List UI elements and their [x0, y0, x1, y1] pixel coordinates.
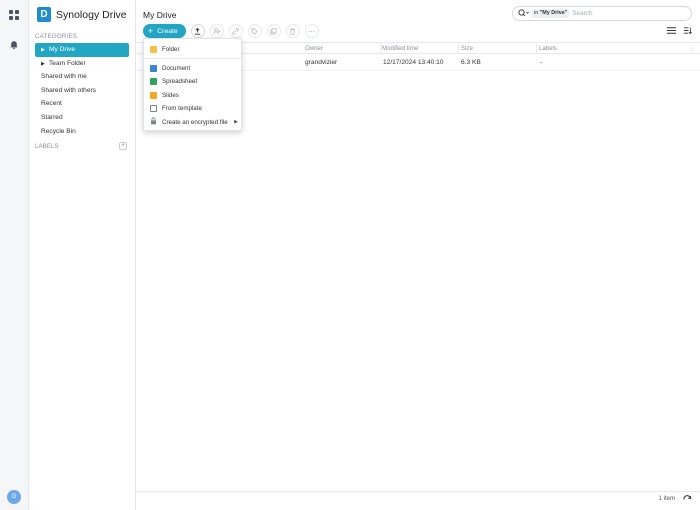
- user-avatar[interactable]: G: [7, 490, 21, 504]
- caret-right-icon[interactable]: ▶: [41, 58, 49, 72]
- menu-item-from-template[interactable]: From template: [150, 104, 240, 114]
- sidebar-item-label: Recent: [41, 100, 62, 108]
- slides-icon: [150, 91, 157, 99]
- delete-button[interactable]: [285, 24, 300, 38]
- column-options-icon[interactable]: ⋮: [689, 45, 695, 52]
- app-logo: D Synology Drive: [37, 7, 127, 22]
- menu-item-slides[interactable]: Slides: [150, 90, 240, 100]
- search-input[interactable]: Search: [572, 10, 592, 17]
- add-label-button[interactable]: +: [119, 142, 127, 150]
- menu-divider: [144, 58, 241, 59]
- menu-item-folder[interactable]: Folder: [150, 44, 240, 54]
- sidebar-nav: ▶ My Drive ▶ Team Folder Shared with me Sh…: [35, 43, 129, 138]
- status-bar: 1 item: [136, 491, 700, 510]
- tag-icon: [251, 27, 258, 35]
- add-user-icon: [212, 27, 221, 34]
- column-header-labels[interactable]: Labels: [539, 45, 557, 52]
- lock-icon: [150, 117, 157, 127]
- page-title: My Drive: [143, 10, 177, 20]
- labels-section: LABELS +: [35, 142, 129, 150]
- copy-button[interactable]: [266, 24, 281, 38]
- main-menu-icon[interactable]: [9, 10, 19, 20]
- toolbar: + Create: [143, 24, 319, 38]
- search-icon[interactable]: [518, 8, 529, 19]
- create-button[interactable]: + Create: [143, 24, 186, 38]
- app-name: Synology Drive: [56, 8, 127, 21]
- menu-item-label: Create an encrypted file: [162, 118, 228, 126]
- sidebar: D Synology Drive CATEGORIES ▶ My Drive ▶ T…: [29, 0, 136, 510]
- label-button[interactable]: [247, 24, 262, 38]
- folder-icon: [150, 45, 157, 53]
- sidebar-item-shared-with-me[interactable]: Shared with me: [35, 70, 129, 84]
- sidebar-item-label: My Drive: [49, 46, 76, 53]
- column-header-owner[interactable]: Owner: [305, 45, 323, 52]
- menu-item-spreadsheet[interactable]: Spreadsheet: [150, 77, 240, 87]
- cell-owner: grandvizier: [305, 59, 338, 66]
- notification-bell-icon[interactable]: [9, 40, 19, 52]
- copy-icon: [270, 27, 277, 35]
- sidebar-item-label: Shared with others: [41, 86, 96, 94]
- sidebar-item-label: Shared with me: [41, 73, 87, 81]
- cell-modified-time: 12/17/2024 13:40:10: [383, 59, 444, 66]
- refresh-icon[interactable]: [683, 495, 692, 506]
- view-controls: [667, 27, 692, 36]
- sidebar-item-starred[interactable]: Starred: [35, 111, 129, 125]
- menu-item-label: Spreadsheet: [162, 78, 198, 85]
- more-button[interactable]: [304, 24, 319, 38]
- column-header-modified-time[interactable]: Modified time: [382, 45, 418, 52]
- sidebar-item-recent[interactable]: Recent: [35, 97, 129, 111]
- menu-item-encrypted-file[interactable]: Create an encrypted file ▶: [150, 117, 240, 127]
- menu-item-label: Folder: [162, 45, 180, 53]
- sidebar-item-shared-with-others[interactable]: Shared with others: [35, 84, 129, 98]
- synology-drive-logo-icon: D: [37, 7, 51, 22]
- trash-icon: [290, 27, 296, 35]
- sort-icon[interactable]: [684, 27, 692, 36]
- sidebar-item-team-folder[interactable]: ▶ Team Folder: [35, 57, 129, 71]
- menu-item-label: Slides: [162, 91, 179, 99]
- sidebar-item-label: Recycle Bin: [41, 127, 76, 135]
- categories-heading: CATEGORIES: [35, 33, 78, 40]
- create-menu: Folder Document Spreadsheet Slides From …: [143, 38, 242, 131]
- submenu-arrow-icon: ▶: [234, 119, 238, 125]
- document-icon: [150, 64, 157, 72]
- app-rail: G: [0, 0, 29, 510]
- search-scope-prefix: in: [534, 10, 539, 16]
- search-scope-badge: in "My Drive": [532, 9, 570, 18]
- template-icon: [150, 105, 157, 112]
- column-header-size[interactable]: Size: [461, 45, 473, 52]
- plus-icon: +: [148, 25, 154, 36]
- sidebar-item-my-drive[interactable]: ▶ My Drive: [35, 43, 129, 57]
- cell-labels: -: [540, 59, 543, 66]
- upload-button[interactable]: [190, 24, 205, 38]
- search-scope-value: "My Drive": [539, 10, 568, 16]
- share-button[interactable]: [209, 24, 224, 38]
- list-view-icon[interactable]: [667, 27, 676, 36]
- caret-right-icon[interactable]: ▶: [41, 44, 49, 58]
- spreadsheet-icon: [150, 78, 157, 85]
- sidebar-item-label: Team Folder: [49, 59, 86, 67]
- sidebar-item-recycle-bin[interactable]: Recycle Bin: [35, 125, 129, 139]
- create-button-label: Create: [157, 27, 178, 35]
- sidebar-item-label: Starred: [41, 113, 63, 121]
- item-count: 1 item: [658, 496, 675, 502]
- upload-icon: [194, 27, 201, 35]
- cell-size: 6.3 KB: [461, 59, 481, 66]
- link-icon: [232, 27, 239, 35]
- menu-item-label: From template: [162, 105, 202, 112]
- search-box[interactable]: in "My Drive" Search: [512, 6, 692, 21]
- labels-heading: LABELS: [35, 143, 59, 150]
- menu-item-document[interactable]: Document: [150, 63, 240, 73]
- more-icon: [308, 30, 315, 32]
- menu-item-label: Document: [162, 64, 191, 72]
- link-button[interactable]: [228, 24, 243, 38]
